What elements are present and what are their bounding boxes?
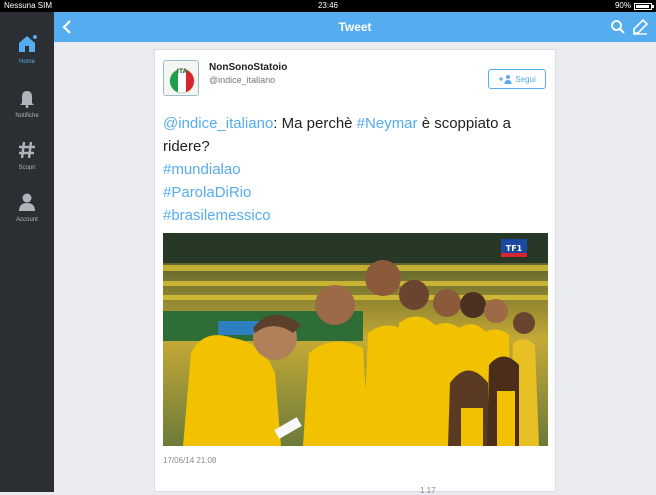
sidebar-item-account[interactable]: Account — [0, 192, 54, 242]
tweet-text: @indice_italiano: Ma perchè #Neymar è sc… — [163, 112, 549, 227]
compose-icon[interactable] — [631, 18, 649, 41]
sidebar-item-notifiche[interactable]: Notifiche — [0, 88, 54, 138]
sidebar-item-home[interactable]: Home — [0, 34, 54, 84]
hashtag-link[interactable]: #brasilemessico — [163, 204, 549, 227]
avatar-text: ITA — [177, 68, 188, 75]
hashtag-link[interactable]: #mundialao — [163, 158, 549, 181]
home-icon — [19, 35, 37, 52]
tweet-photo[interactable]: TF1 — [163, 233, 548, 446]
sidebar: Home Notifiche Scopri Account — [0, 12, 54, 492]
follow-label: Segui — [515, 74, 536, 84]
tweet-timestamp: 17/06/14 21:08 — [163, 456, 217, 465]
author-name[interactable]: NonSonoStatoio — [209, 62, 287, 73]
sidebar-item-scopri[interactable]: Scopri — [0, 140, 54, 190]
sidebar-item-label: Notifiche — [15, 113, 39, 119]
tweet-text-part: : Ma perchè — [273, 115, 357, 132]
sidebar-item-label: Home — [18, 59, 35, 65]
italy-badge-icon: ITA — [164, 61, 198, 95]
sidebar-item-label: Scopri — [18, 165, 36, 171]
status-bar: Nessuna SIM 23:46 90% — [0, 0, 656, 12]
tweet-card: ITA NonSonoStatoio @indice_italiano Segu… — [154, 49, 556, 495]
tweet-actions[interactable]: 1 17 — [420, 486, 436, 495]
clock: 23:46 — [317, 1, 339, 10]
battery-icon — [634, 2, 654, 10]
players-anthem-photo: TF1 — [163, 233, 548, 446]
top-bar: Tweet — [54, 12, 656, 42]
mention-link[interactable]: @indice_italiano — [163, 115, 273, 132]
tweet-text-part: ridere? — [163, 138, 210, 155]
follow-button[interactable]: Segui — [488, 69, 546, 89]
tv-logo: TF1 — [506, 244, 523, 253]
add-user-icon — [499, 75, 512, 84]
status-right: 90% — [614, 0, 654, 12]
sidebar-item-label: Account — [16, 217, 38, 223]
search-icon[interactable] — [610, 19, 626, 40]
person-icon — [19, 193, 35, 211]
battery-fill — [636, 4, 649, 8]
bell-icon — [20, 91, 34, 108]
author-handle[interactable]: @indice_italiano — [209, 75, 275, 85]
battery-percent: 90% — [614, 1, 631, 10]
avatar[interactable]: ITA — [163, 60, 199, 96]
tweet-text-part: è scoppiato a — [417, 115, 511, 132]
hashtag-icon — [19, 141, 35, 159]
hashtag-link[interactable]: #ParolaDiRio — [163, 181, 549, 204]
page-title: Tweet — [338, 20, 372, 34]
hashtag-link[interactable]: #Neymar — [357, 115, 418, 132]
